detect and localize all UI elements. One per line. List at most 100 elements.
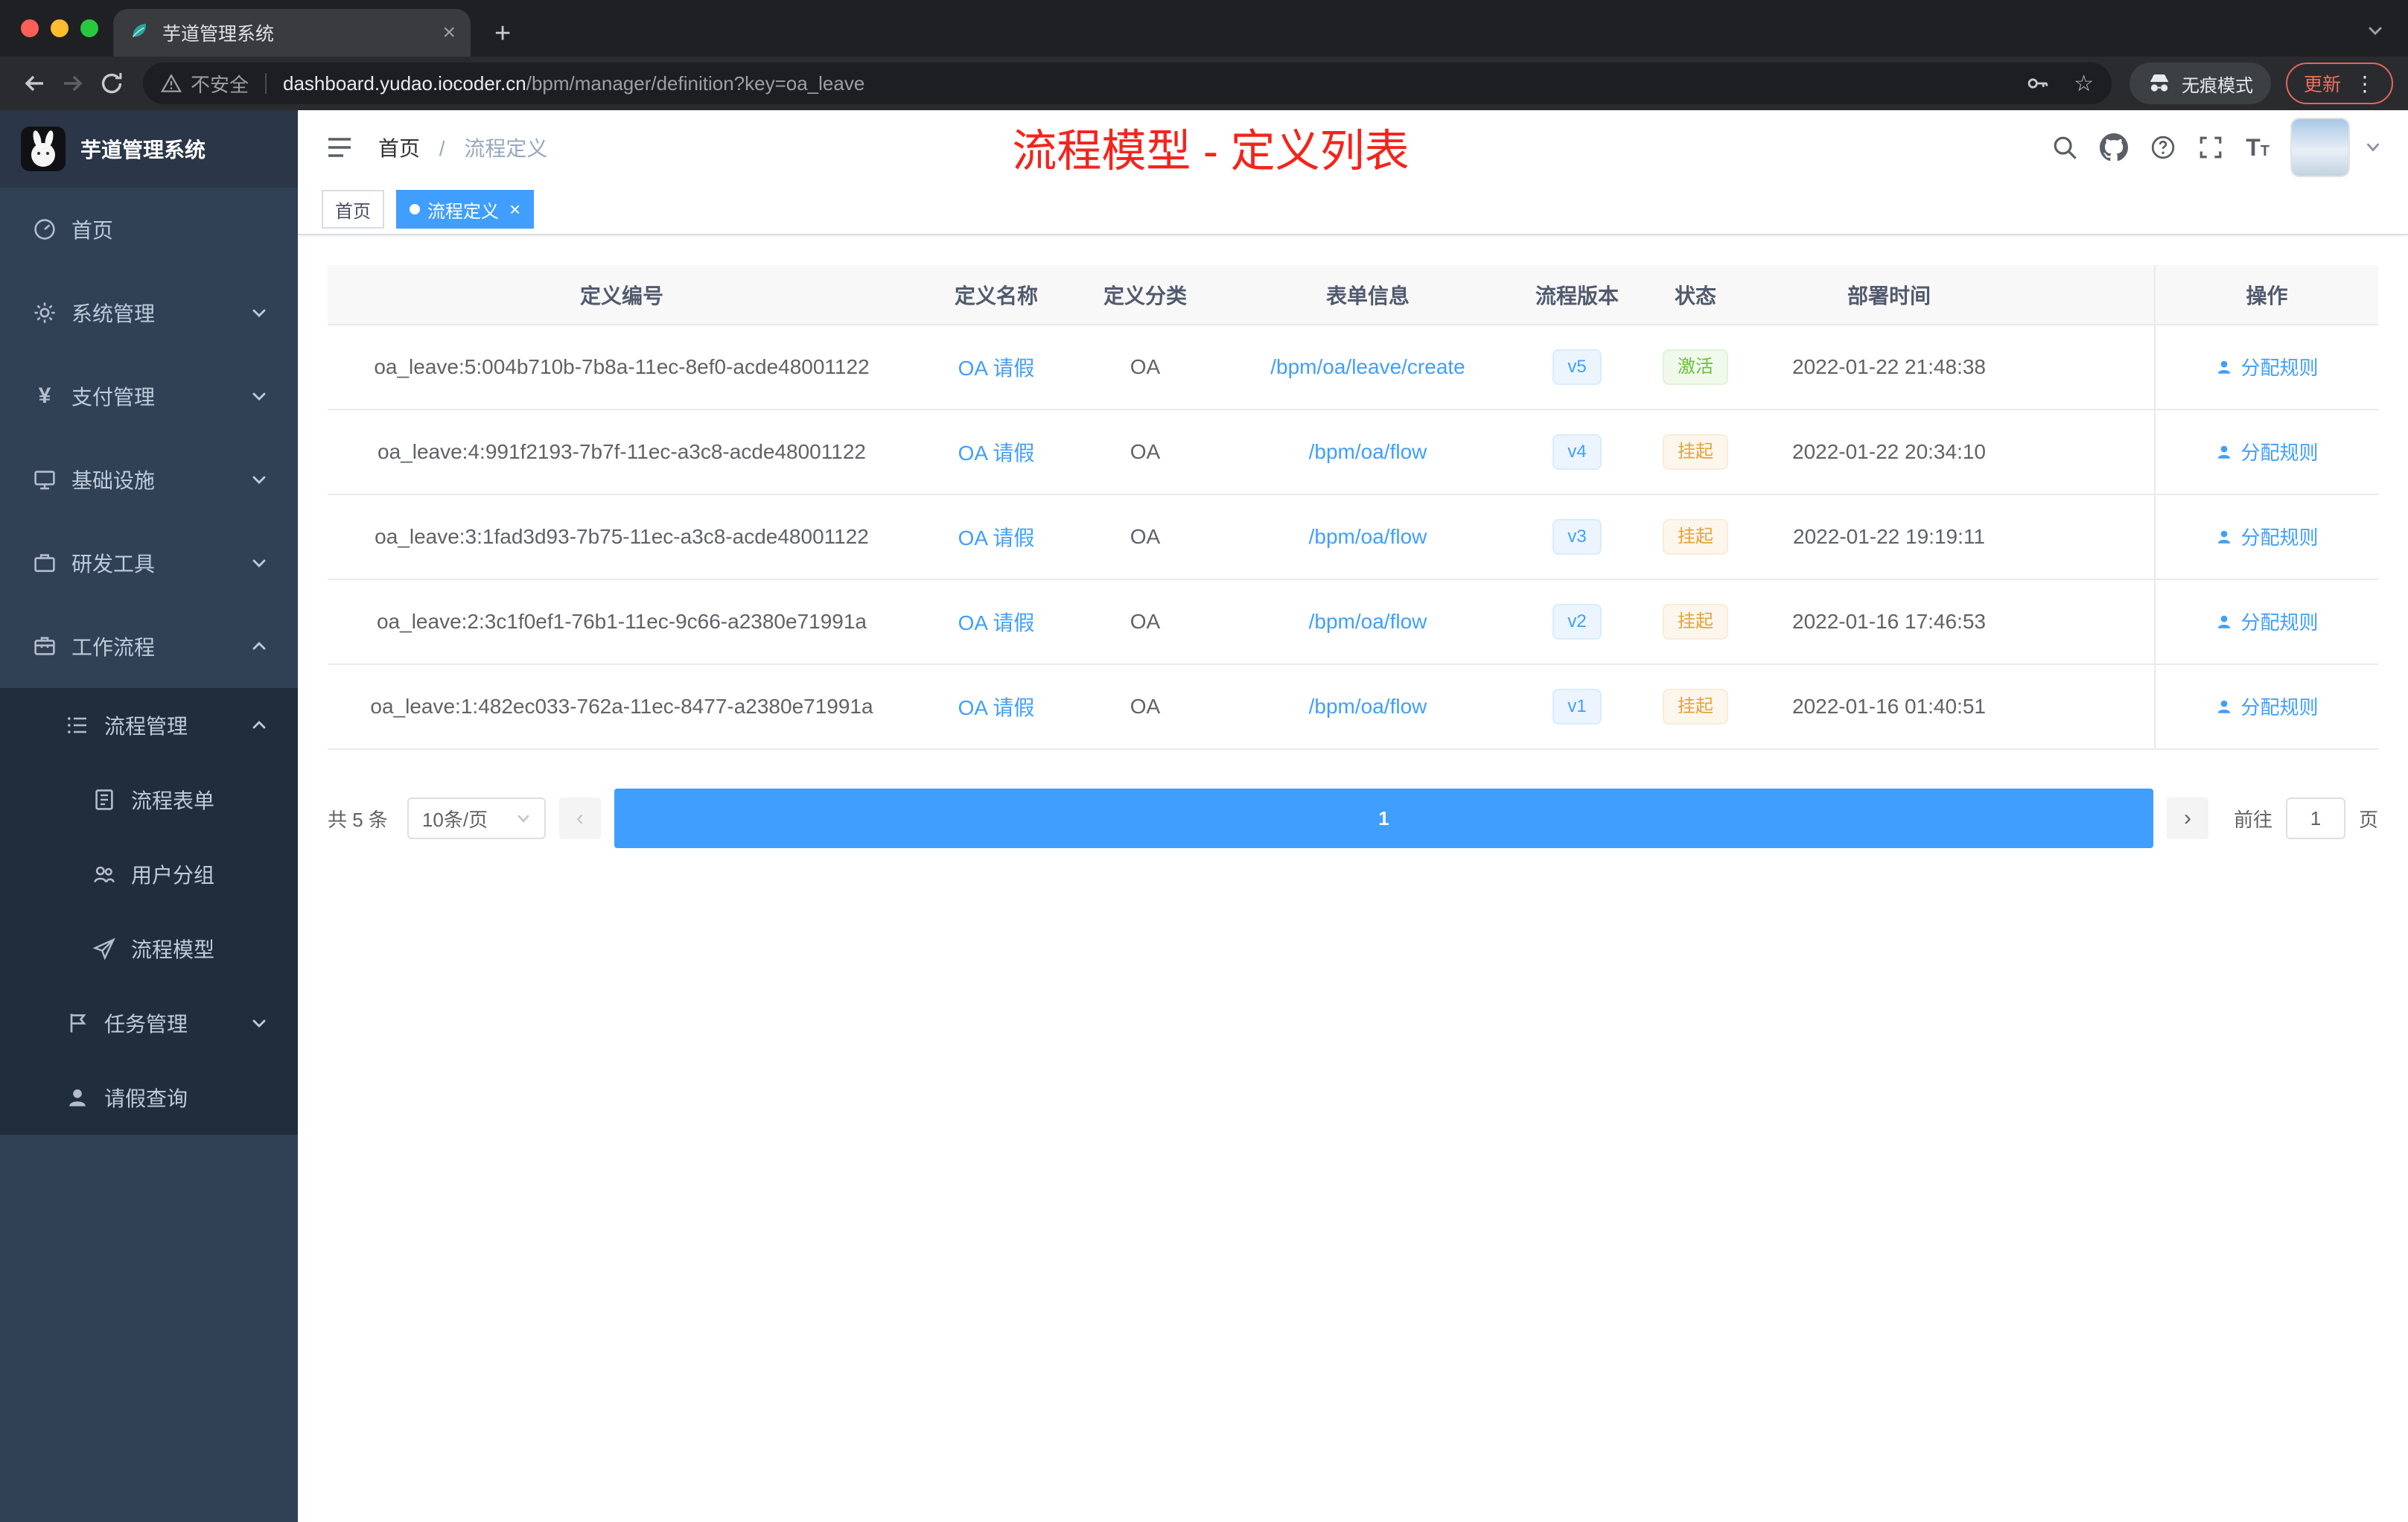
sidebar-item-label: 任务管理 (104, 1013, 188, 1036)
browser-tab[interactable]: 芋道管理系统 × (113, 9, 471, 57)
fullscreen-icon[interactable] (2198, 135, 2223, 160)
search-icon[interactable] (2052, 135, 2077, 160)
definition-table: 定义编号 定义名称 定义分类 表单信息 流程版本 状态 部署时间 操作 oa_l… (328, 265, 2378, 750)
page-number-button[interactable]: 1 (614, 789, 2153, 848)
chevron-down-icon (250, 304, 268, 322)
cell-category: OA (1077, 494, 1214, 580)
traffic-lights (21, 19, 98, 37)
page-size-select[interactable]: 10条/页 (407, 797, 546, 839)
pagination-total: 共 5 条 (328, 808, 388, 831)
yen-icon: ¥ (38, 383, 51, 408)
close-window-button[interactable] (21, 19, 39, 37)
goto-page-input[interactable] (2285, 797, 2345, 839)
tag-home[interactable]: 首页 (322, 190, 384, 229)
definition-name-link[interactable]: OA 请假 (958, 526, 1035, 550)
tag-close-icon[interactable]: × (509, 200, 520, 219)
definition-name-link[interactable]: OA 请假 (958, 611, 1035, 634)
monitor-icon (33, 468, 57, 491)
sidebar-item-process-form[interactable]: 流程表单 (0, 762, 298, 837)
sidebar-item-payment[interactable]: ¥ 支付管理 (0, 354, 298, 438)
tab-close-icon[interactable]: × (442, 20, 456, 45)
chevron-down-icon (250, 1014, 268, 1032)
sidebar-item-home[interactable]: 首页 (0, 188, 298, 271)
table-header-row: 定义编号 定义名称 定义分类 表单信息 流程版本 状态 部署时间 操作 (328, 265, 2378, 325)
cell-category: OA (1077, 325, 1214, 410)
browser-menu-icon[interactable]: ⋮ (2354, 71, 2375, 96)
hamburger-icon[interactable] (325, 133, 354, 162)
help-icon[interactable] (2150, 135, 2176, 160)
assign-rule-button[interactable]: 分配规则 (2215, 523, 2319, 550)
cell-category: OA (1077, 410, 1214, 495)
pagination: 共 5 条 10条/页 ‹ 1 › 前往 页 (328, 789, 2378, 848)
form-link[interactable]: /bpm/oa/flow (1309, 610, 1427, 633)
sidebar-item-devtools[interactable]: 研发工具 (0, 521, 298, 605)
prev-page-button[interactable]: ‹ (558, 797, 601, 839)
password-key-icon[interactable] (2026, 71, 2050, 95)
breadcrumb: 首页 / 流程定义 (378, 133, 547, 162)
reload-button[interactable] (92, 64, 131, 103)
assign-rule-button[interactable]: 分配规则 (2215, 353, 2319, 380)
dashboard-icon (33, 217, 57, 241)
tab-title: 芋道管理系统 (162, 24, 275, 45)
sidebar-item-system[interactable]: 系统管理 (0, 271, 298, 354)
sidebar-item-label: 首页 (71, 219, 114, 242)
forward-button[interactable] (54, 64, 92, 103)
person-icon (2218, 360, 2231, 374)
tab-strip: 芋道管理系统 × + (0, 0, 2408, 57)
sidebar-item-label: 流程表单 (131, 789, 215, 812)
github-icon[interactable] (2100, 133, 2129, 162)
bookmark-star-icon[interactable]: ☆ (2074, 71, 2094, 97)
url-text: dashboard.yudao.iocoder.cn/bpm/manager/d… (283, 72, 864, 95)
new-tab-button[interactable]: + (494, 19, 511, 48)
zoom-window-button[interactable] (80, 19, 98, 37)
next-page-button[interactable]: › (2166, 797, 2208, 839)
sidebar-item-workflow[interactable]: 工作流程 (0, 605, 298, 688)
address-bar[interactable]: 不安全 dashboard.yudao.iocoder.cn/bpm/manag… (143, 63, 2112, 104)
goto-label: 前往 (2233, 808, 2272, 831)
tags-view: 首页 流程定义 × (298, 185, 2408, 235)
assign-rule-button[interactable]: 分配规则 (2215, 692, 2319, 720)
sidebar-item-leave-query[interactable]: 请假查询 (0, 1060, 298, 1135)
security-warning-icon[interactable] (161, 73, 182, 94)
sidebar-item-label: 流程管理 (104, 715, 188, 738)
font-size-icon[interactable]: TT (2246, 136, 2270, 159)
users-icon (92, 862, 116, 886)
sidebar-item-user-group[interactable]: 用户分组 (0, 837, 298, 911)
breadcrumb-home[interactable]: 首页 (378, 137, 420, 160)
cell-deploy-time: 2022-01-22 21:48:38 (1759, 325, 2019, 410)
assign-rule-button[interactable]: 分配规则 (2215, 608, 2319, 635)
form-link[interactable]: /bpm/oa/flow (1309, 440, 1427, 463)
url-path: /bpm/manager/definition?key=oa_leave (526, 71, 865, 95)
person-icon (2218, 615, 2231, 628)
paper-plane-icon (92, 937, 116, 961)
definition-name-link[interactable]: OA 请假 (958, 696, 1035, 719)
tag-current[interactable]: 流程定义 × (396, 190, 535, 229)
assign-rule-button[interactable]: 分配规则 (2215, 438, 2319, 465)
form-link[interactable]: /bpm/oa/flow (1309, 695, 1427, 718)
status-badge: 挂起 (1663, 689, 1728, 725)
person-icon (66, 1086, 89, 1109)
cell-deploy-time: 2022-01-22 20:34:10 (1759, 410, 2019, 495)
browser-window: 芋道管理系统 × + 不安全 dashboard.yudao.iocoder.c… (0, 0, 2408, 1522)
sidebar-item-infrastructure[interactable]: 基础设施 (0, 438, 298, 521)
form-link[interactable]: /bpm/oa/flow (1309, 525, 1427, 548)
col-definition-category: 定义分类 (1077, 265, 1214, 325)
minimize-window-button[interactable] (51, 19, 69, 37)
chevron-up-icon (250, 716, 268, 734)
definition-name-link[interactable]: OA 请假 (958, 357, 1035, 380)
avatar[interactable] (2292, 119, 2348, 176)
back-button[interactable] (15, 64, 54, 103)
main-area: 首页 / 流程定义 流程模型 - 定义列表 TT 首页 流程定义 × 定义编号 … (298, 110, 2408, 1522)
sidebar-item-process-model[interactable]: 流程模型 (0, 911, 298, 986)
sidebar-item-process-management[interactable]: 流程管理 (0, 688, 298, 762)
sidebar-item-task-management[interactable]: 任务管理 (0, 986, 298, 1060)
tag-label: 流程定义 (427, 201, 499, 222)
form-link[interactable]: /bpm/oa/leave/create (1270, 355, 1465, 378)
avatar-caret-icon[interactable] (2365, 139, 2381, 156)
definition-name-link[interactable]: OA 请假 (958, 442, 1035, 465)
omnibox-divider (265, 73, 267, 94)
logo-row[interactable]: 芋道管理系统 (0, 110, 298, 188)
tab-search-chevron-icon[interactable] (2366, 22, 2384, 40)
tab-favicon-icon (128, 19, 150, 47)
update-button[interactable]: 更新 ⋮ (2285, 63, 2393, 104)
